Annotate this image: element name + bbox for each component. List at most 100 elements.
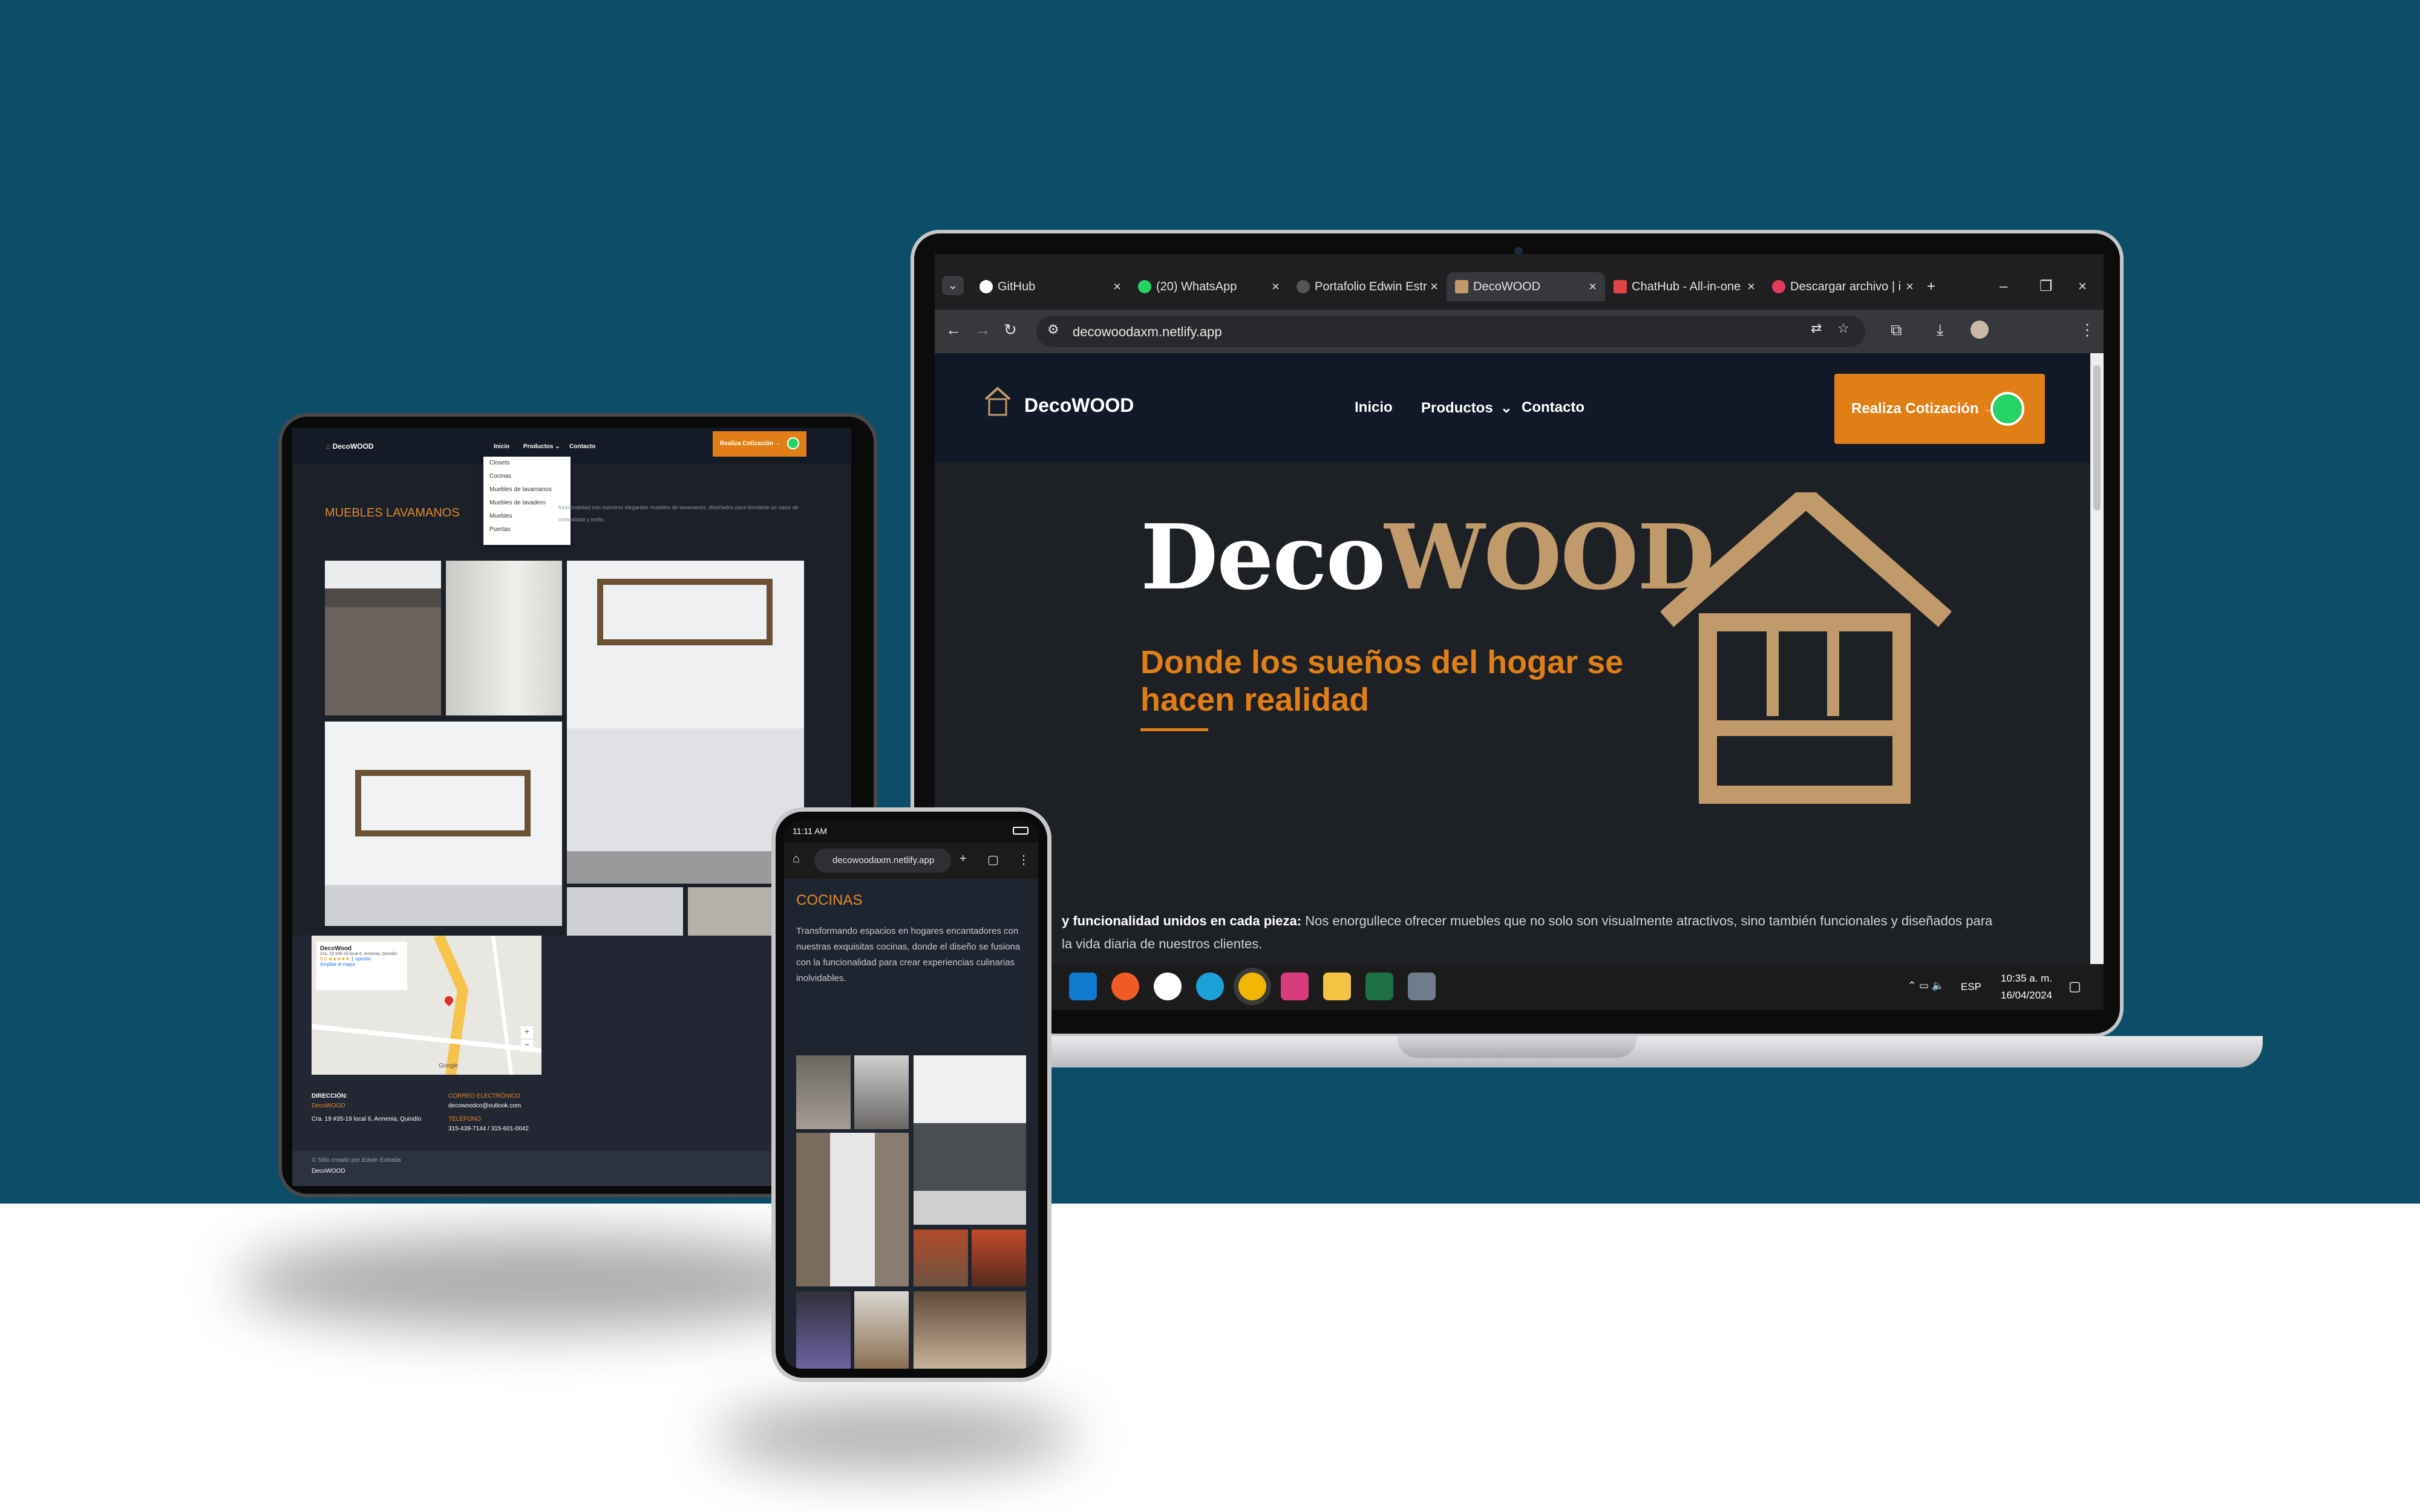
gallery-image[interactable] (567, 561, 804, 884)
gallery-image[interactable] (972, 1230, 1026, 1286)
close-tab-icon[interactable]: × (1589, 272, 1597, 301)
bookmark-star-icon[interactable]: ☆ (1837, 321, 1849, 336)
phone-screen: 11:11 AM ⌂ decowoodaxm.netlify.app + ▢ ⋮… (784, 821, 1038, 1369)
gallery-image[interactable] (567, 887, 683, 936)
footer-credit-brand: DecoWOOD (312, 1168, 345, 1175)
dropdown-item[interactable]: Muebles de lavadero (483, 497, 571, 510)
browser-tab[interactable]: GitHub × (971, 272, 1130, 301)
hero-underline (1140, 728, 1208, 731)
mirror-frame (597, 579, 773, 645)
dropdown-item[interactable]: Muebles (483, 510, 571, 523)
forward-icon[interactable]: → (975, 321, 990, 339)
kebab-menu-icon[interactable]: ⋮ (2079, 321, 2095, 339)
map-enlarge-link[interactable]: Ampliar el mapa (320, 962, 404, 967)
zoom-in-button[interactable]: + (521, 1026, 533, 1038)
gallery-image[interactable] (914, 1291, 1026, 1369)
dropdown-item[interactable]: Muebles de lavamanos (483, 483, 571, 497)
dropdown-item[interactable]: Closets (483, 457, 571, 470)
app-icon[interactable] (1281, 973, 1309, 1000)
page-scrollbar[interactable] (2090, 353, 2104, 964)
about-paragraph: y funcionalidad unidos en cada pieza: No… (1062, 913, 1993, 951)
whatsapp-icon (787, 437, 799, 449)
translate-icon[interactable]: ⇄ (1811, 321, 1822, 336)
phone-shadow (714, 1403, 1077, 1470)
postman-icon[interactable] (1111, 973, 1139, 1000)
profile-avatar[interactable] (1970, 321, 1989, 339)
quote-cta-button[interactable]: Realiza Cotización → (1834, 374, 2045, 444)
restore-icon[interactable]: ❐ (2039, 272, 2053, 301)
nav-link-productos[interactable]: Productos ⌄ (1421, 399, 1512, 417)
file-explorer-icon[interactable] (1323, 973, 1351, 1000)
footer-credit: © Sitio creado por Edwin Estrada (312, 1157, 401, 1164)
google-map-embed[interactable]: DecoWood Cra. 19 #35-19 local 6, Armenia… (312, 936, 541, 1075)
gallery-image[interactable] (325, 722, 562, 926)
back-icon[interactable]: ← (946, 321, 961, 339)
gallery-image[interactable] (796, 1055, 851, 1129)
gallery-image[interactable] (854, 1291, 909, 1369)
chathub-icon (1614, 280, 1627, 293)
kebab-menu-icon[interactable]: ⋮ (1018, 852, 1030, 867)
quote-cta-button[interactable]: Realiza Cotización → (713, 431, 806, 457)
gallery-image[interactable] (914, 1230, 968, 1286)
gallery-image[interactable] (796, 1291, 851, 1369)
tab-search-button[interactable]: ⌄ (942, 276, 964, 295)
close-tab-icon[interactable]: × (1906, 272, 1914, 301)
scrollbar-thumb[interactable] (2093, 365, 2101, 510)
edge-icon[interactable] (1196, 973, 1224, 1000)
zoom-out-button[interactable]: − (521, 1040, 533, 1052)
new-tab-button[interactable]: + (1927, 272, 1935, 301)
tablet-shadow (236, 1234, 847, 1331)
clock-date[interactable]: 16/04/2024 (2001, 989, 2052, 1002)
decowood-site: DecoWOOD Inicio Productos ⌄ Contacto Real… (935, 353, 2090, 964)
nav-link-contacto[interactable]: Contacto (1522, 399, 1584, 416)
gallery-image[interactable] (854, 1055, 909, 1129)
home-icon[interactable]: ⌂ (793, 852, 800, 866)
tray-icons[interactable]: ⌃ ▭ 🔈 (1908, 980, 1944, 992)
site-logo[interactable]: ⌂ DecoWOOD (326, 442, 374, 451)
github-desktop-icon[interactable] (1154, 973, 1182, 1000)
browser-tab[interactable]: Descargar archivo | i × (1764, 272, 1922, 301)
productos-dropdown: Closets Cocinas Muebles de lavamanos Mue… (483, 457, 571, 545)
language-indicator[interactable]: ESP (1961, 981, 1981, 993)
minimize-icon[interactable]: – (2000, 272, 2007, 301)
close-tab-icon[interactable]: × (1113, 272, 1121, 301)
dropdown-item[interactable]: Cocinas (483, 470, 571, 483)
browser-toolbar: ← → ↻ ⚙ decowoodaxm.netlify.app ⇄ ☆ ⧉ ⤓ … (935, 310, 2104, 353)
close-window-icon[interactable]: × (2078, 272, 2087, 301)
gallery-image[interactable] (446, 561, 562, 715)
status-bar: 11:11 AM (784, 821, 1038, 842)
nav-link-productos[interactable]: Productos ⌄ (523, 443, 560, 450)
address-bar[interactable]: ⚙ decowoodaxm.netlify.app ⇄ ☆ (1036, 316, 1865, 347)
address-bar[interactable]: decowoodaxm.netlify.app (814, 849, 951, 873)
nav-link-inicio[interactable]: Inicio (494, 443, 509, 450)
gallery-image[interactable] (914, 1055, 1026, 1225)
calculator-icon[interactable] (1408, 973, 1436, 1000)
download-icon[interactable]: ⤓ (1937, 321, 1944, 340)
browser-tab[interactable]: (20) WhatsApp × (1130, 272, 1288, 301)
site-settings-icon[interactable]: ⚙ (1047, 322, 1059, 337)
close-tab-icon[interactable]: × (1430, 272, 1438, 301)
gallery-image[interactable] (325, 561, 441, 715)
reload-icon[interactable]: ↻ (1004, 321, 1017, 339)
browser-tab[interactable]: Portafolio Edwin Estr × (1288, 272, 1447, 301)
close-tab-icon[interactable]: × (1747, 272, 1755, 301)
excel-icon[interactable] (1365, 973, 1393, 1000)
gallery-image[interactable] (796, 1133, 909, 1286)
browser-tab[interactable]: ChatHub - All-in-one × (1605, 272, 1764, 301)
dropdown-item[interactable]: Puertas (483, 523, 571, 536)
mirror-frame (355, 770, 531, 836)
clock-time[interactable]: 10:35 a. m. (2001, 973, 2052, 985)
close-tab-icon[interactable]: × (1272, 272, 1280, 301)
nav-link-contacto[interactable]: Contacto (569, 443, 595, 450)
chrome-icon[interactable] (1238, 973, 1266, 1000)
notifications-icon[interactable]: ▢ (2068, 979, 2081, 994)
footer-email-link[interactable]: decowoodco@outlook.com (448, 1103, 521, 1109)
tab-switcher-icon[interactable]: ▢ (987, 852, 999, 867)
new-tab-icon[interactable]: + (960, 852, 967, 866)
heart-icon (1772, 280, 1785, 293)
house-logo-icon (984, 386, 1011, 416)
nav-link-inicio[interactable]: Inicio (1355, 399, 1393, 416)
browser-tab-active[interactable]: DecoWOOD × (1447, 272, 1605, 301)
vscode-icon[interactable] (1069, 973, 1097, 1000)
extensions-icon[interactable]: ⧉ (1891, 321, 1902, 340)
